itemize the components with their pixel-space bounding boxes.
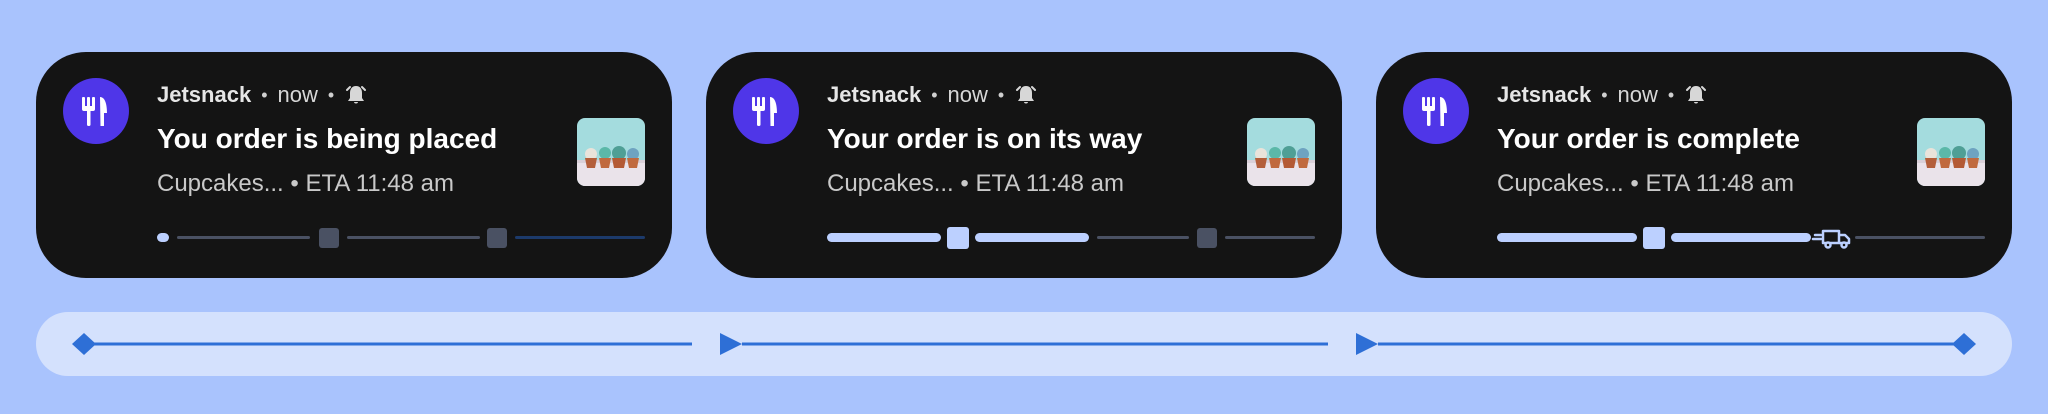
fork-knife-icon: [82, 97, 107, 126]
fork-knife-icon: [752, 97, 777, 126]
cupcakes-image: [1247, 118, 1315, 186]
timeline-play-marker: [1356, 333, 1378, 355]
notification-title: Your order is complete: [1497, 123, 1800, 154]
timeline-end-diamond: [1952, 333, 1976, 355]
notification-card-placed[interactable]: Jetsnack • now • You order is being plac…: [36, 52, 672, 278]
separator: •: [1667, 84, 1675, 105]
order-progress-bar: [827, 227, 1315, 249]
progress-segment: [515, 236, 645, 239]
notification-header: Jetsnack • now •: [827, 80, 1038, 110]
app-name: Jetsnack: [1497, 82, 1592, 107]
app-icon: [733, 78, 799, 144]
alarm-bell-icon: [1686, 86, 1707, 104]
notification-title: Your order is on its way: [827, 123, 1143, 154]
notification-card-on-way[interactable]: Jetsnack • now • Your order is on its wa…: [706, 52, 1342, 278]
progress-segment: [177, 236, 310, 239]
order-progress-bar: [1497, 227, 1985, 249]
progress-start-indicator: [157, 233, 169, 242]
progress-milestone: [319, 228, 339, 248]
order-progress-bar: [157, 228, 645, 248]
cupcakes-image: [1917, 118, 1985, 186]
separator: •: [997, 84, 1005, 105]
timestamp: now: [277, 82, 318, 107]
progress-milestone: [1643, 227, 1665, 249]
progress-segment: [1097, 236, 1189, 239]
progress-milestone: [947, 227, 969, 249]
progress-milestone: [487, 228, 507, 248]
delivery-truck-icon: [1811, 229, 1851, 249]
progress-segment: [1671, 233, 1811, 242]
notification-header: Jetsnack • now •: [1497, 80, 1708, 110]
progress-segment: [975, 233, 1089, 242]
app-name: Jetsnack: [157, 82, 252, 107]
separator: •: [1601, 84, 1608, 105]
timeline-track: [72, 333, 1976, 355]
timestamp: now: [1617, 82, 1658, 107]
app-icon: [63, 78, 129, 144]
progress-segment: [1497, 233, 1637, 242]
progress-segment: [347, 236, 480, 239]
separator: •: [931, 84, 938, 105]
notification-header: Jetsnack • now •: [157, 80, 368, 110]
notification-subtitle: Cupcakes... • ETA 11:48 am: [1497, 170, 1794, 197]
separator: •: [261, 84, 268, 105]
progress-milestone: [1197, 228, 1217, 248]
notification-title: You order is being placed: [157, 123, 498, 154]
app-name: Jetsnack: [827, 82, 922, 107]
timeline-scrubber[interactable]: [36, 312, 2012, 376]
alarm-bell-icon: [1016, 86, 1037, 104]
progress-segment: [827, 233, 941, 242]
alarm-bell-icon: [346, 86, 367, 104]
timeline-play-marker: [720, 333, 742, 355]
notification-subtitle: Cupcakes... • ETA 11:48 am: [157, 170, 454, 197]
progress-segment: [1855, 236, 1985, 239]
notification-card-complete[interactable]: Jetsnack • now • Your order is complete …: [1376, 52, 2012, 278]
separator: •: [327, 84, 335, 105]
timestamp: now: [947, 82, 988, 107]
app-icon: [1403, 78, 1469, 144]
notification-subtitle: Cupcakes... • ETA 11:48 am: [827, 170, 1124, 197]
cupcakes-image: [577, 118, 645, 186]
timeline-start-diamond: [72, 333, 96, 355]
fork-knife-icon: [1422, 97, 1447, 126]
progress-segment: [1225, 236, 1315, 239]
